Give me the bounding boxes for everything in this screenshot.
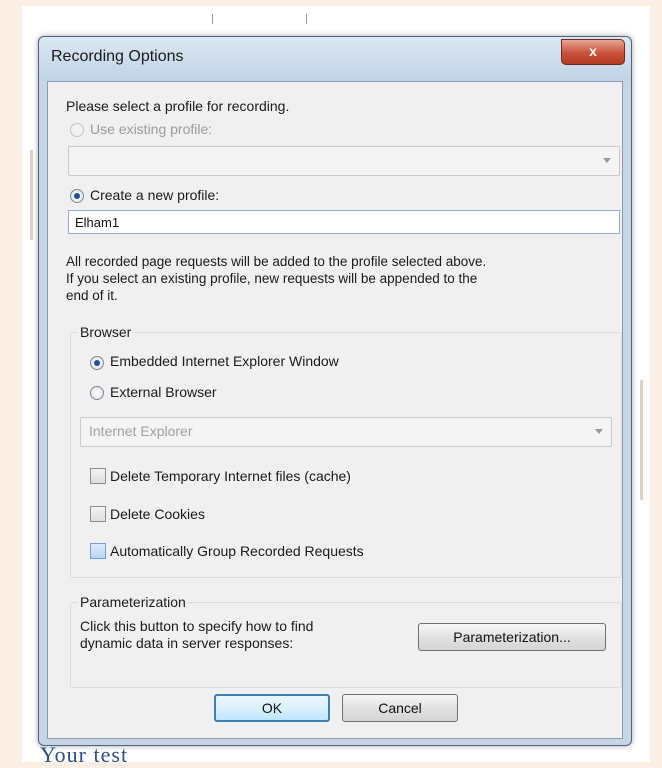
close-button[interactable]: x bbox=[561, 39, 625, 65]
embedded-ie-radio[interactable] bbox=[90, 356, 104, 370]
external-browser-radio[interactable] bbox=[90, 386, 104, 400]
ok-button[interactable]: OK bbox=[214, 694, 330, 722]
auto-group-checkbox[interactable] bbox=[90, 543, 106, 559]
use-existing-radio[interactable] bbox=[70, 123, 84, 137]
parameterization-desc-line1: Click this button to specify how to find bbox=[80, 618, 314, 634]
background-separator bbox=[212, 14, 213, 24]
info-text-line3: end of it. bbox=[66, 288, 118, 303]
recording-options-dialog: Recording Options x Please select a prof… bbox=[38, 36, 632, 746]
create-new-label: Create a new profile: bbox=[90, 187, 220, 203]
external-browser-label: External Browser bbox=[110, 384, 217, 400]
external-browser-select[interactable]: Internet Explorer bbox=[80, 417, 612, 447]
info-text-line1: All recorded page requests will be added… bbox=[66, 254, 487, 269]
create-new-radio[interactable] bbox=[70, 189, 84, 203]
use-existing-label: Use existing profile: bbox=[90, 121, 213, 137]
browser-group-label: Browser bbox=[78, 324, 134, 340]
background-separator bbox=[306, 14, 307, 24]
profile-prompt: Please select a profile for recording. bbox=[66, 98, 290, 114]
parameterization-desc-line2: dynamic data in server responses: bbox=[80, 635, 294, 651]
dialog-titlebar[interactable]: Recording Options x bbox=[39, 37, 631, 81]
dialog-body: Please select a profile for recording. U… bbox=[47, 81, 623, 739]
parameterization-button[interactable]: Parameterization... bbox=[418, 623, 606, 651]
delete-temp-files-label: Delete Temporary Internet files (cache) bbox=[110, 468, 351, 484]
close-icon: x bbox=[589, 43, 597, 59]
info-text-line2: If you select an existing profile, new r… bbox=[66, 271, 478, 286]
auto-group-label: Automatically Group Recorded Requests bbox=[110, 543, 364, 559]
embedded-ie-label: Embedded Internet Explorer Window bbox=[110, 353, 339, 369]
existing-profile-select[interactable] bbox=[68, 146, 620, 176]
external-browser-value: Internet Explorer bbox=[89, 423, 193, 439]
background-edge-mark bbox=[640, 380, 643, 500]
dialog-title: Recording Options bbox=[51, 48, 184, 65]
parameterization-group-label: Parameterization bbox=[78, 594, 188, 610]
background-edge-mark bbox=[30, 150, 33, 240]
delete-cookies-label: Delete Cookies bbox=[110, 506, 205, 522]
cancel-button[interactable]: Cancel bbox=[342, 694, 458, 722]
delete-cookies-checkbox[interactable] bbox=[90, 506, 106, 522]
chevron-down-icon bbox=[595, 429, 603, 434]
delete-temp-files-checkbox[interactable] bbox=[90, 468, 106, 484]
new-profile-name-input[interactable]: Elham1 bbox=[68, 210, 620, 234]
chevron-down-icon bbox=[603, 158, 611, 163]
